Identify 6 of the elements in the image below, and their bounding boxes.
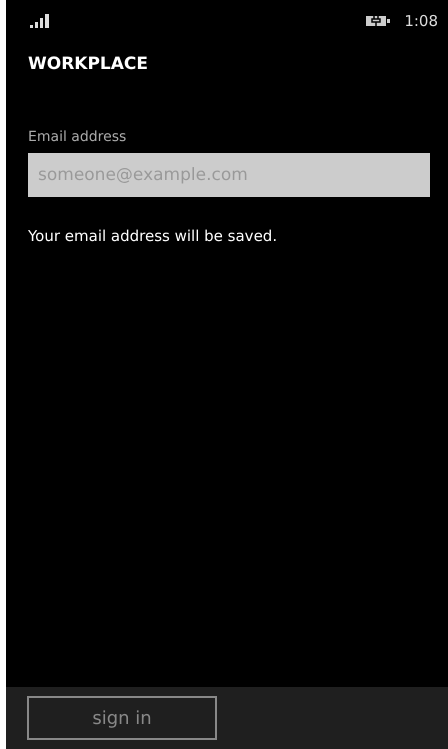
clock-time: 1:08 <box>404 12 438 30</box>
signal-icon <box>30 14 50 28</box>
field-label: Email address <box>28 129 128 145</box>
info-text: Your email address will be saved. <box>28 227 278 245</box>
battery-charging-icon <box>366 15 390 27</box>
page-title: WORKPLACE <box>27 53 150 76</box>
